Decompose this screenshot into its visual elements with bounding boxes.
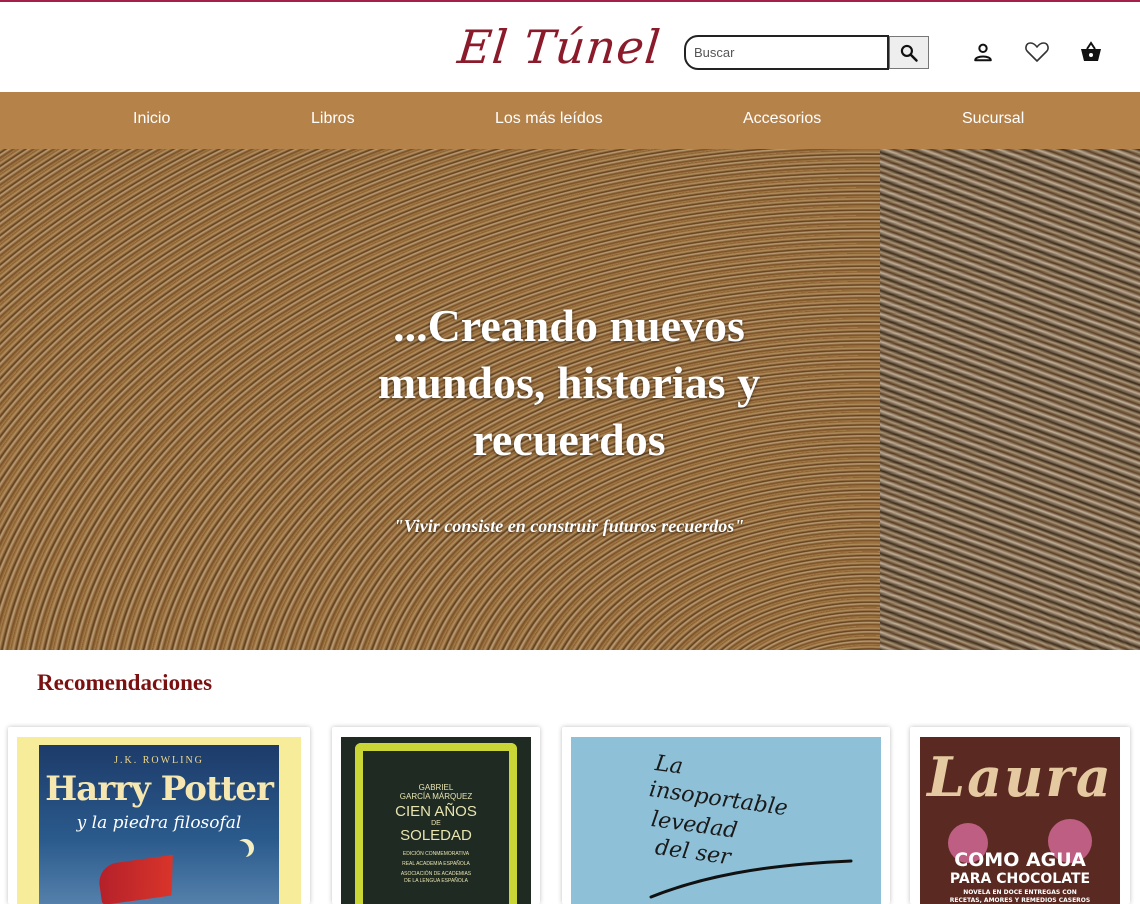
cover-title: SOLEDAD [400, 827, 472, 844]
cover-author: GABRIEL [418, 783, 454, 792]
cover-author: J.K. ROWLING [114, 755, 204, 766]
cover-author: GARCÍA MÁRQUEZ [399, 792, 473, 801]
account-button[interactable] [969, 38, 997, 66]
cover-subtitle: COMO AGUA [954, 849, 1086, 871]
wishlist-button[interactable] [1023, 38, 1051, 66]
book-cover-harry-potter[interactable]: J.K. ROWLING Harry Potter y la piedra fi… [17, 737, 301, 904]
book-cover-insoportable-levedad[interactable]: La insoportable levedad del ser [571, 737, 881, 904]
cover-subtitle: PARA CHOCOLATE [949, 871, 1091, 887]
cover-line-illustration [649, 859, 853, 899]
hero-banner: ...Creando nuevos mundos, historias y re… [0, 149, 1140, 650]
cover-subtitle: y la piedra filosofal [76, 813, 242, 833]
cover-title: CIEN AÑOS [395, 803, 477, 820]
cover-note: ASOCIACIÓN DE ACADEMIAS [400, 871, 472, 877]
search-input[interactable] [684, 35, 889, 70]
cover-title: Laura [927, 745, 1113, 809]
nav-item-accesorios[interactable]: Accesorios [743, 110, 821, 128]
heart-icon [1025, 42, 1049, 62]
cover-note: REAL ACADEMIA ESPAÑOLA [402, 861, 470, 867]
book-card[interactable]: GABRIEL GARCÍA MÁRQUEZ CIEN AÑOS DE SOLE… [332, 727, 540, 904]
moon-icon [231, 841, 249, 859]
nav-item-mas-leidos[interactable]: Los más leídos [495, 110, 603, 128]
basket-icon [1081, 41, 1101, 61]
cover-note: EDICIÓN CONMEMORATIVA [402, 851, 470, 857]
cover-title: Harry Potter [45, 769, 274, 809]
recommendations-title: Recomendaciones [37, 670, 213, 695]
main-nav: Inicio Libros Los más leídos Accesorios … [0, 92, 1140, 149]
nav-item-libros[interactable]: Libros [311, 110, 355, 128]
book-card[interactable]: Laura COMO AGUA PARA CHOCOLATE NOVELA EN… [910, 727, 1130, 904]
user-icon [974, 43, 992, 62]
cover-note: RECETAS, AMORES Y REMEDIOS CASEROS [949, 897, 1091, 904]
book-cover-como-agua-para-chocolate[interactable]: Laura COMO AGUA PARA CHOCOLATE NOVELA EN… [920, 737, 1120, 904]
cover-note: NOVELA EN DOCE ENTREGAS CON [963, 889, 1077, 896]
book-card[interactable]: La insoportable levedad del ser [562, 727, 890, 904]
search-icon [900, 44, 918, 62]
search-button[interactable] [889, 36, 929, 69]
cover-note: DE LA LENGUA ESPAÑOLA [404, 878, 468, 884]
site-header: El Túnel [0, 2, 1140, 92]
cover-title: DE [431, 820, 441, 827]
hero-quote: "Vivir consiste en construir futuros rec… [393, 516, 745, 536]
cover-title: La [653, 751, 685, 780]
hero-headline: ...Creando nuevos mundos, historias y re… [377, 300, 761, 465]
book-card[interactable]: J.K. ROWLING Harry Potter y la piedra fi… [8, 727, 310, 904]
nav-item-sucursal[interactable]: Sucursal [962, 110, 1024, 128]
nav-item-inicio[interactable]: Inicio [133, 110, 170, 128]
cover-illustration [96, 848, 222, 904]
site-logo[interactable]: El Túnel [455, 20, 663, 74]
book-cover-cien-anos[interactable]: GABRIEL GARCÍA MÁRQUEZ CIEN AÑOS DE SOLE… [341, 737, 531, 904]
search-bar [684, 35, 929, 70]
cart-button[interactable] [1077, 38, 1105, 66]
